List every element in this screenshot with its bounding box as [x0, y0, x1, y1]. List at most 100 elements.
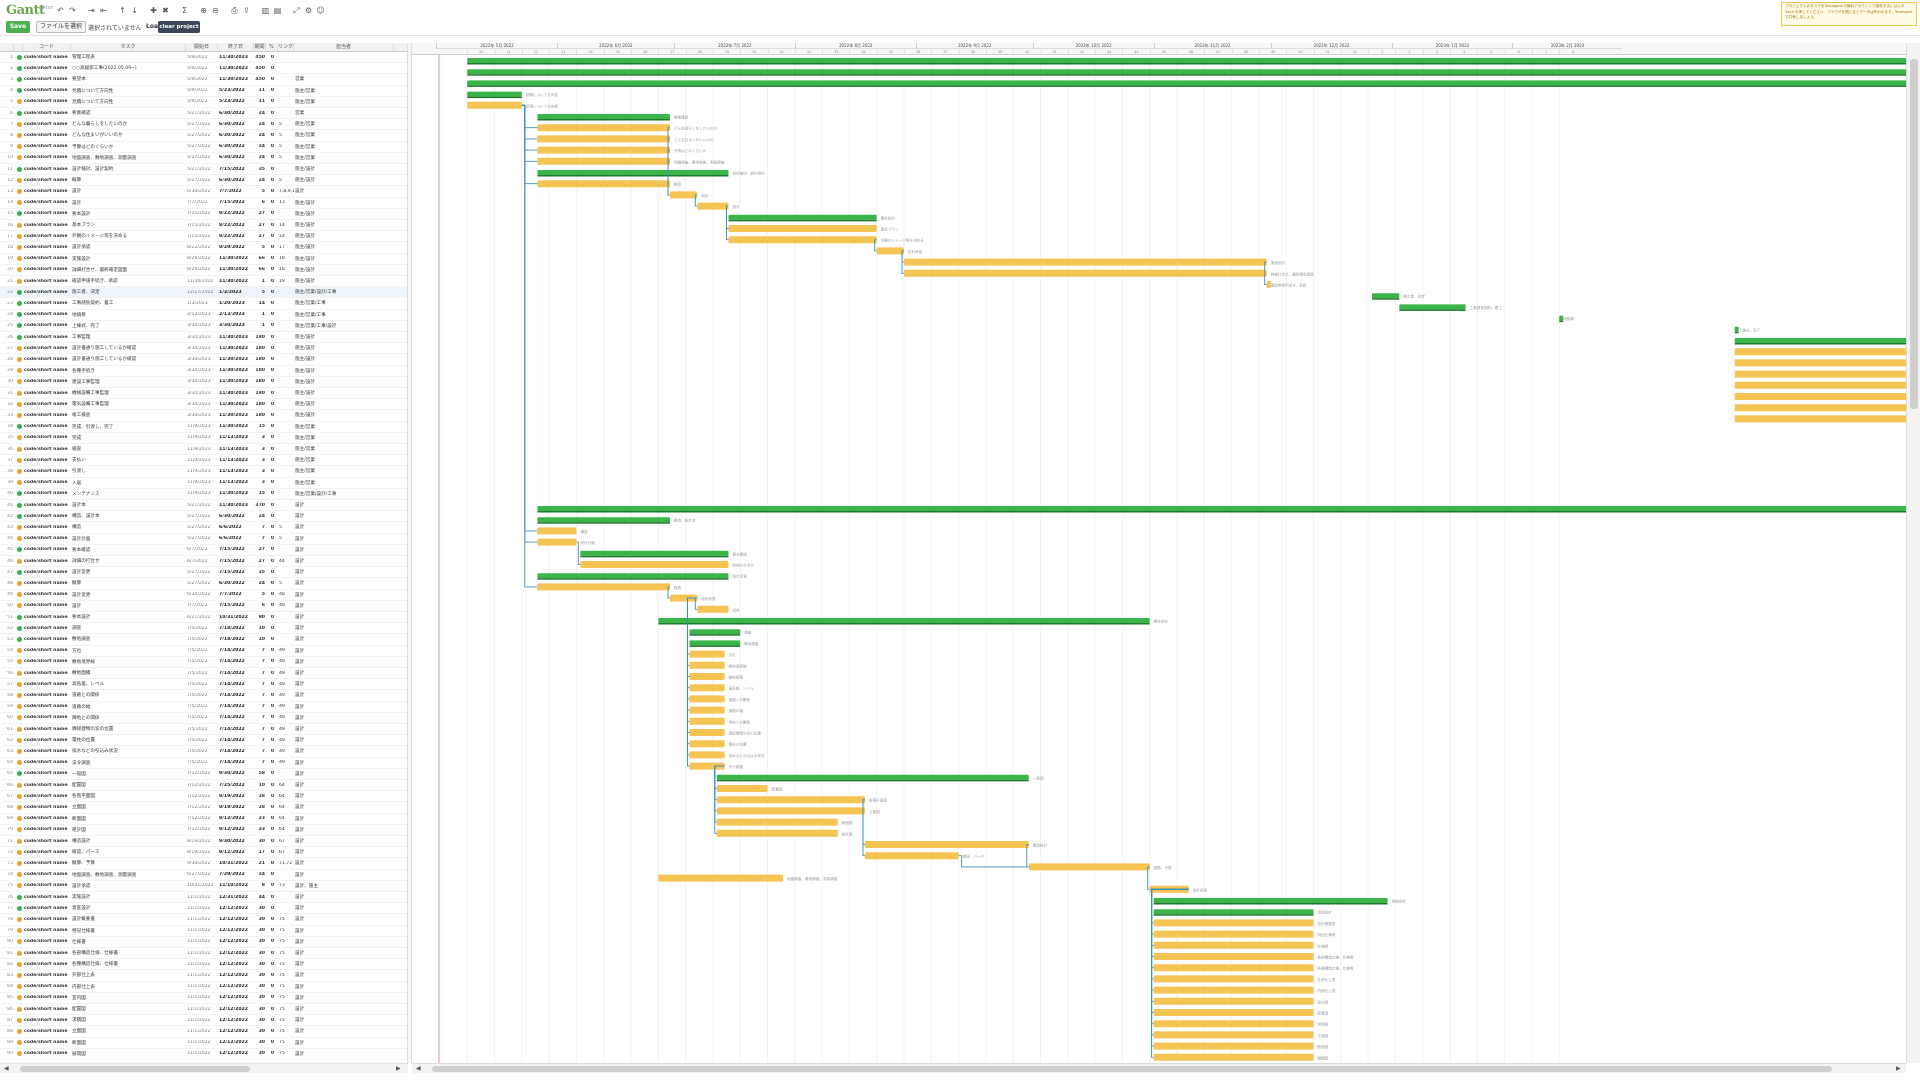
task-bar[interactable]: [1153, 986, 1314, 994]
task-duration[interactable]: 7: [254, 659, 266, 664]
task-start[interactable]: 5/27/2022: [186, 503, 218, 508]
task-start[interactable]: 11/9/2023: [186, 458, 218, 463]
table-row[interactable]: 82 code/short name 各種構造仕様、仕様書 11/1/2022 12/1…: [0, 959, 407, 971]
task-resource[interactable]: 設計: [294, 670, 394, 676]
task-name[interactable]: 要本設計: [71, 614, 186, 620]
task-start[interactable]: 11/9/2023: [186, 480, 218, 485]
task-duration[interactable]: 5: [254, 245, 266, 250]
task-start[interactable]: 11/1/2022: [186, 1029, 218, 1034]
task-code[interactable]: code/short name: [23, 491, 71, 496]
table-row[interactable]: 54 code/short name 方位 7/5/2022 7/14/2022 7 0 49…: [0, 646, 407, 657]
task-bar[interactable]: [1734, 404, 1906, 412]
task-duration[interactable]: 3: [254, 469, 266, 474]
task-code[interactable]: code/short name: [23, 671, 71, 676]
task-end[interactable]: 12/12/2022: [218, 973, 254, 978]
task-code[interactable]: code/short name: [23, 435, 71, 440]
task-progress[interactable]: 0: [266, 727, 278, 732]
task-resource[interactable]: 設計: [294, 536, 394, 542]
task-start[interactable]: 11/9/2023: [186, 447, 218, 452]
task-start[interactable]: 11/1/2022: [186, 995, 218, 1000]
task-progress[interactable]: 0: [266, 458, 278, 463]
table-row[interactable]: 84 code/short name 内部仕上表 11/1/2022 12/12/202…: [0, 982, 407, 993]
table-row[interactable]: 77 code/short name 意匠設計 11/1/2022 12/12/2022…: [0, 903, 407, 915]
task-progress[interactable]: 0: [266, 816, 278, 821]
task-resource[interactable]: 施主/営業: [294, 468, 394, 474]
task-resource[interactable]: 設計: [294, 502, 394, 508]
task-resource[interactable]: 設計: [294, 804, 394, 810]
task-start[interactable]: 6/30/2022: [186, 592, 218, 597]
task-bar[interactable]: [689, 706, 725, 714]
task-duration[interactable]: 30: [254, 995, 266, 1000]
task-code[interactable]: code/short name: [23, 99, 71, 104]
group-bar-bracket[interactable]: [467, 96, 522, 99]
task-progress[interactable]: 0: [266, 357, 278, 362]
task-bar[interactable]: [904, 269, 1267, 277]
task-duration[interactable]: 24: [254, 133, 266, 138]
task-progress[interactable]: 0: [266, 55, 278, 60]
table-row[interactable]: 20 code/short name 詳細打合せ、最終確定図面 8/29/2022 11…: [0, 265, 407, 276]
task-start[interactable]: 5/9/2022: [186, 88, 218, 93]
task-depends[interactable]: 49: [278, 715, 294, 720]
task-progress[interactable]: 0: [266, 559, 278, 564]
task-start[interactable]: 7/5/2022: [186, 648, 218, 653]
task-code[interactable]: code/short name: [23, 55, 71, 60]
task-progress[interactable]: 0: [266, 402, 278, 407]
task-start[interactable]: 5/9/2022: [186, 55, 218, 60]
task-code[interactable]: code/short name: [23, 727, 71, 732]
task-duration[interactable]: 10: [254, 783, 266, 788]
task-end[interactable]: 8/12/2022: [218, 827, 254, 832]
table-row[interactable]: 26 code/short name 工事監理 3/30/2023 11/30/2023…: [0, 332, 407, 344]
table-row[interactable]: 85 code/short name 室内図 11/1/2022 12/12/2022 3…: [0, 993, 407, 1004]
task-end[interactable]: 2/13/2023: [218, 312, 254, 317]
task-duration[interactable]: 11: [254, 99, 266, 104]
task-name[interactable]: 完成: [71, 435, 186, 441]
task-code[interactable]: code/short name: [23, 850, 71, 855]
task-end[interactable]: 10/31/2022: [218, 861, 254, 866]
task-resource[interactable]: 施主/設計: [294, 412, 394, 418]
table-row[interactable]: 75 code/short name 設計承認 10/31/2022 11/10/202…: [0, 881, 407, 892]
task-name[interactable]: 設計書通り施工しているか確認: [71, 356, 186, 362]
task-end[interactable]: 7/14/2022: [218, 727, 254, 732]
task-duration[interactable]: 27: [254, 234, 266, 239]
task-code[interactable]: code/short name: [23, 906, 71, 911]
table-row[interactable]: 62 code/short name 電柱の位置 7/5/2022 7/14/2022 7…: [0, 735, 407, 747]
task-end[interactable]: 11/30/2022: [218, 279, 254, 284]
task-start[interactable]: 7/7/2022: [186, 200, 218, 205]
task-bar[interactable]: [537, 538, 577, 546]
task-name[interactable]: 設計: [71, 603, 186, 609]
task-depends[interactable]: 44: [278, 559, 294, 564]
task-code[interactable]: code/short name: [23, 155, 71, 160]
task-name[interactable]: 見積について方向性: [71, 88, 186, 94]
task-start[interactable]: 3/30/2023: [186, 357, 218, 362]
task-resource[interactable]: 設計: [294, 816, 394, 822]
task-end[interactable]: 11/13/2023: [218, 458, 254, 463]
task-name[interactable]: 設計計画: [71, 536, 186, 542]
task-depends[interactable]: 18: [278, 256, 294, 261]
task-depends[interactable]: 75: [278, 1051, 294, 1056]
task-name[interactable]: 基本プラン: [71, 222, 186, 228]
task-bar[interactable]: [1734, 348, 1906, 356]
task-name[interactable]: 概算: [71, 177, 186, 183]
task-code[interactable]: code/short name: [23, 771, 71, 776]
task-code[interactable]: code/short name: [23, 223, 71, 228]
task-bar[interactable]: [689, 684, 725, 692]
task-end[interactable]: 12/31/2022: [218, 895, 254, 900]
task-resource[interactable]: 設計: [294, 659, 394, 665]
task-progress[interactable]: 0: [266, 1051, 278, 1056]
task-duration[interactable]: 30: [254, 962, 266, 967]
task-progress[interactable]: 0: [266, 234, 278, 239]
task-resource[interactable]: 設計: [294, 928, 394, 934]
task-bar[interactable]: [1734, 393, 1906, 400]
task-duration[interactable]: 24: [254, 122, 266, 127]
task-end[interactable]: 3/30/2023: [218, 323, 254, 328]
task-end[interactable]: 7/15/2022: [218, 167, 254, 172]
task-name[interactable]: 断面図: [71, 816, 186, 822]
task-end[interactable]: 5/23/2022: [218, 88, 254, 93]
table-row[interactable]: 36 code/short name 検査 11/9/2023 11/13/2023 3 0…: [0, 444, 407, 456]
scroll-right-icon[interactable]: ▶: [396, 1064, 401, 1074]
task-resource[interactable]: 設計: [294, 771, 394, 777]
task-resource[interactable]: 施主/営業/設計/工事: [294, 491, 394, 497]
task-progress[interactable]: 0: [266, 514, 278, 519]
task-progress[interactable]: 0: [266, 323, 278, 328]
task-progress[interactable]: 0: [266, 525, 278, 530]
